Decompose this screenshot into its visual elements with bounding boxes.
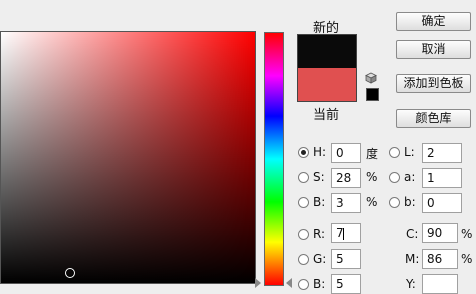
b-lab-radio[interactable] — [389, 197, 400, 208]
r-radio[interactable] — [298, 229, 309, 240]
hue-slider-right-arrow-icon[interactable] — [286, 278, 292, 288]
web-safe-color-swatch[interactable] — [366, 88, 379, 101]
y-label: Y: — [406, 277, 416, 291]
b-lab-input[interactable]: 0 — [422, 193, 462, 213]
hue-slider-left-arrow-icon[interactable] — [255, 278, 261, 288]
color-field[interactable] — [0, 31, 256, 284]
brightness-input[interactable]: 3 — [331, 193, 361, 213]
c-unit: % — [461, 227, 473, 241]
current-color-swatch[interactable] — [297, 68, 357, 102]
h-radio[interactable] — [298, 147, 309, 158]
c-input[interactable]: 90 — [422, 223, 458, 243]
l-input[interactable]: 2 — [422, 143, 462, 163]
blue-input[interactable]: 5 — [331, 274, 361, 294]
b-lab-label: b: — [404, 195, 416, 209]
h-label: H: — [313, 145, 327, 159]
brightness-label: B: — [313, 195, 326, 209]
web-safe-cube-icon[interactable] — [365, 72, 377, 84]
a-label: a: — [404, 170, 416, 184]
m-input[interactable]: 86 — [422, 249, 458, 269]
h-unit: 度 — [366, 147, 379, 161]
r-label: R: — [313, 227, 326, 241]
a-input[interactable]: 1 — [422, 168, 462, 188]
a-radio[interactable] — [389, 172, 400, 183]
brightness-unit: % — [366, 195, 378, 209]
g-radio[interactable] — [298, 254, 309, 265]
m-unit: % — [461, 252, 473, 266]
add-to-swatches-button[interactable]: 添加到色板 — [396, 74, 471, 93]
y-input[interactable] — [422, 274, 458, 294]
blue-radio[interactable] — [298, 279, 309, 290]
current-color-label: 当前 — [312, 108, 339, 123]
m-label: M: — [405, 252, 420, 266]
hue-slider[interactable] — [264, 32, 284, 286]
s-radio[interactable] — [298, 172, 309, 183]
h-input[interactable]: 0 — [331, 143, 361, 163]
r-input[interactable]: 7 — [331, 223, 361, 243]
color-picker-cursor[interactable] — [65, 268, 75, 278]
brightness-radio[interactable] — [298, 197, 309, 208]
g-label: G: — [313, 252, 327, 266]
s-input[interactable]: 28 — [331, 168, 361, 188]
s-label: S: — [313, 170, 325, 184]
c-label: C: — [406, 227, 419, 241]
text-cursor — [342, 227, 344, 240]
g-input[interactable]: 5 — [331, 249, 361, 269]
l-radio[interactable] — [389, 147, 400, 158]
ok-button[interactable]: 确定 — [396, 12, 471, 31]
new-color-swatch — [297, 34, 357, 68]
s-unit: % — [366, 170, 378, 184]
cancel-button[interactable]: 取消 — [396, 40, 471, 59]
l-label: L: — [404, 145, 415, 159]
blue-label: B: — [313, 277, 326, 291]
color-libraries-button[interactable]: 颜色库 — [396, 109, 471, 128]
